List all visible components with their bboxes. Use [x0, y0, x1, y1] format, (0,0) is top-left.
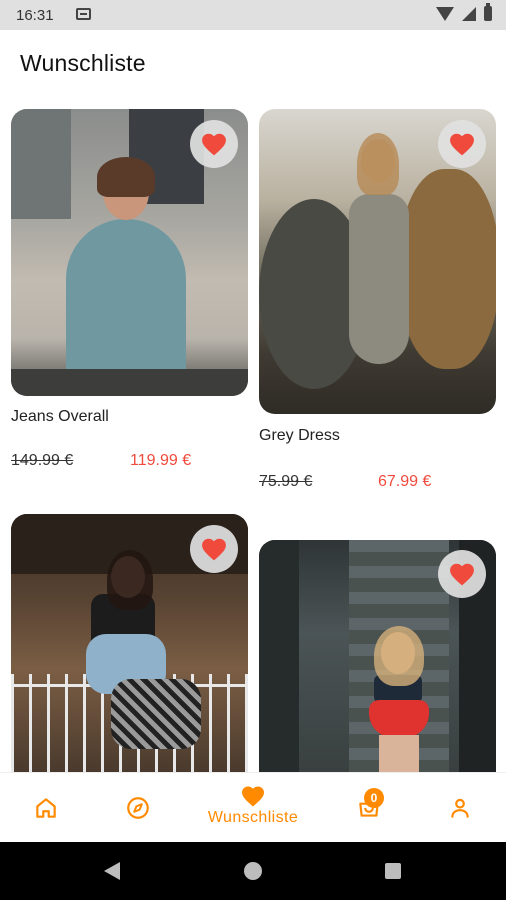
favorite-button[interactable] [438, 120, 486, 168]
nav-cart[interactable]: 0 [345, 773, 393, 843]
home-button-icon[interactable] [244, 862, 262, 880]
nav-wishlist-label: Wunschliste [207, 809, 299, 826]
compass-icon [127, 797, 149, 819]
sim-card-icon [76, 8, 91, 20]
favorite-button[interactable] [190, 525, 238, 573]
nav-home[interactable] [22, 773, 70, 843]
product-name: Jeans Overall [11, 408, 109, 425]
user-icon [451, 798, 469, 818]
status-icons [436, 3, 492, 21]
home-icon [36, 798, 56, 818]
nav-wishlist[interactable]: Wunschliste [193, 773, 313, 843]
status-time: 16:31 [16, 7, 54, 24]
old-price: 149.99 € [11, 452, 74, 469]
bottom-navigation: Wunschliste 0 [0, 772, 506, 843]
heart-icon [242, 786, 264, 807]
heart-icon [450, 133, 474, 156]
wifi-icon [436, 6, 454, 21]
favorite-button[interactable] [438, 550, 486, 598]
heart-icon [202, 538, 226, 561]
sale-price: 67.99 € [378, 473, 432, 490]
nav-explore[interactable] [114, 773, 162, 843]
signal-icon [462, 6, 476, 21]
recent-apps-icon[interactable] [385, 863, 401, 879]
nav-profile[interactable] [436, 773, 484, 843]
cart-badge: 0 [364, 788, 384, 808]
sale-price: 119.99 € [130, 452, 192, 469]
old-price: 75.99 € [259, 473, 313, 490]
back-icon[interactable] [104, 862, 120, 880]
system-navigation-bar [0, 842, 506, 900]
heart-icon [202, 133, 226, 156]
heart-icon [450, 563, 474, 586]
product-name: Grey Dress [259, 427, 340, 444]
status-bar: 16:31 [0, 0, 506, 30]
battery-icon [484, 3, 492, 21]
page-title: Wunschliste [20, 50, 146, 76]
favorite-button[interactable] [190, 120, 238, 168]
